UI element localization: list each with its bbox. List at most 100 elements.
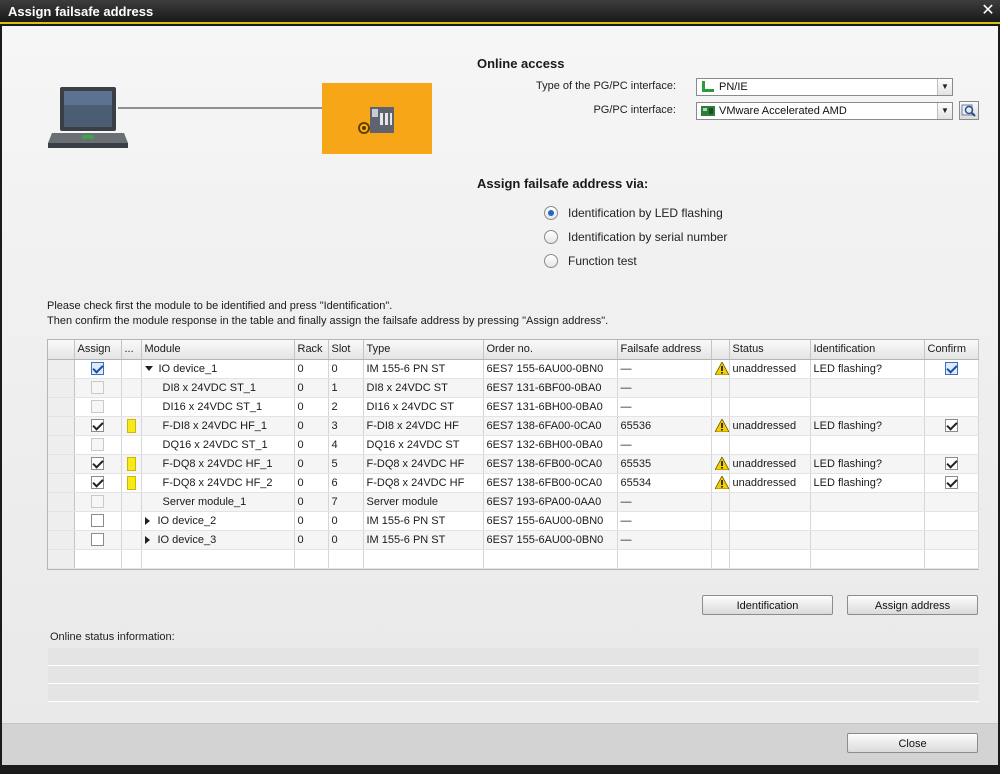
assign-checkbox[interactable] bbox=[91, 457, 104, 470]
confirm-cell[interactable] bbox=[924, 359, 979, 379]
confirm-checkbox[interactable] bbox=[944, 419, 958, 432]
slot-cell: 2 bbox=[328, 397, 364, 417]
expand-arrow-icon[interactable] bbox=[144, 535, 150, 544]
header-identification[interactable]: Identification bbox=[810, 340, 925, 360]
row-header[interactable] bbox=[48, 530, 75, 550]
row-header[interactable] bbox=[48, 359, 75, 379]
module-cell[interactable]: F-DQ8 x 24VDC HF_2 bbox=[141, 473, 295, 493]
interface-select[interactable]: VMware Accelerated AMD ▼ bbox=[696, 102, 953, 120]
address-cell: 65536 bbox=[617, 416, 712, 436]
module-name: IO device_3 bbox=[157, 533, 217, 546]
identification-button[interactable]: Identification bbox=[702, 595, 833, 615]
address-cell: — bbox=[617, 397, 712, 417]
confirm-cell[interactable] bbox=[924, 416, 979, 436]
module-name: IO device_2 bbox=[157, 514, 217, 527]
slot-cell: 1 bbox=[328, 378, 364, 398]
module-cell[interactable]: DI16 x 24VDC ST_1 bbox=[141, 397, 295, 417]
module-cell[interactable]: IO device_1 bbox=[141, 359, 295, 379]
header-rack[interactable]: Rack bbox=[294, 340, 329, 360]
table-row[interactable]: F-DI8 x 24VDC HF_1 0 3 F-DI8 x 24VDC HF … bbox=[48, 416, 979, 436]
module-name: DQ16 x 24VDC ST_1 bbox=[162, 438, 268, 451]
module-cell[interactable]: DQ16 x 24VDC ST_1 bbox=[141, 435, 295, 455]
assign-cell bbox=[74, 435, 122, 455]
table-row[interactable]: DQ16 x 24VDC ST_1 0 4 DQ16 x 24VDC ST 6E… bbox=[48, 435, 979, 455]
assign-cell[interactable] bbox=[74, 530, 122, 550]
rack-cell: 0 bbox=[294, 416, 329, 436]
module-cell[interactable]: IO device_3 bbox=[141, 530, 295, 550]
table-row[interactable]: Server module_1 0 7 Server module 6ES7 1… bbox=[48, 492, 979, 512]
header-warning[interactable] bbox=[711, 340, 730, 360]
network-connection-line bbox=[118, 107, 323, 109]
assign-cell[interactable] bbox=[74, 473, 122, 493]
radio-label: Identification by serial number bbox=[568, 230, 728, 244]
rack-cell: 0 bbox=[294, 511, 329, 531]
table-row[interactable]: IO device_2 0 0 IM 155-6 PN ST 6ES7 155-… bbox=[48, 511, 979, 531]
chevron-down-icon[interactable]: ▼ bbox=[937, 103, 952, 119]
header-order[interactable]: Order no. bbox=[483, 340, 618, 360]
module-cell[interactable]: F-DQ8 x 24VDC HF_1 bbox=[141, 454, 295, 474]
table-header-row: Assign ... Module Rack Slot Type Order n… bbox=[48, 340, 979, 360]
header-assign[interactable]: Assign bbox=[74, 340, 122, 360]
assign-cell[interactable] bbox=[74, 511, 122, 531]
row-header[interactable] bbox=[48, 378, 75, 398]
interface-type-select[interactable]: PN/IE ▼ bbox=[696, 78, 953, 96]
row-header[interactable] bbox=[48, 549, 75, 569]
radio-button[interactable] bbox=[544, 230, 558, 244]
marker-cell bbox=[121, 454, 142, 474]
slot-cell: 7 bbox=[328, 492, 364, 512]
row-header[interactable] bbox=[48, 416, 75, 436]
module-cell[interactable]: F-DI8 x 24VDC HF_1 bbox=[141, 416, 295, 436]
confirm-checkbox[interactable] bbox=[944, 476, 958, 489]
assign-checkbox[interactable] bbox=[91, 419, 104, 432]
assign-cell[interactable] bbox=[74, 416, 122, 436]
marker-cell bbox=[121, 359, 142, 379]
row-header[interactable] bbox=[48, 454, 75, 474]
header-module[interactable]: Module bbox=[141, 340, 295, 360]
confirm-checkbox[interactable] bbox=[944, 362, 958, 375]
assign-cell[interactable] bbox=[74, 359, 122, 379]
chevron-down-icon[interactable]: ▼ bbox=[937, 79, 952, 95]
row-header[interactable] bbox=[48, 473, 75, 493]
header-confirm[interactable]: Confirm bbox=[924, 340, 979, 360]
confirm-cell bbox=[924, 397, 979, 417]
header-slot[interactable]: Slot bbox=[328, 340, 364, 360]
collapse-arrow-icon[interactable] bbox=[144, 366, 153, 372]
confirm-checkbox[interactable] bbox=[944, 457, 958, 470]
table-row[interactable]: F-DQ8 x 24VDC HF_2 0 6 F-DQ8 x 24VDC HF … bbox=[48, 473, 979, 493]
table-row-empty[interactable] bbox=[48, 549, 979, 569]
module-cell[interactable]: Server module_1 bbox=[141, 492, 295, 512]
assign-address-button[interactable]: Assign address bbox=[847, 595, 978, 615]
row-header[interactable] bbox=[48, 492, 75, 512]
header-type[interactable]: Type bbox=[363, 340, 484, 360]
expand-arrow-icon[interactable] bbox=[144, 516, 150, 525]
assign-cell[interactable] bbox=[74, 454, 122, 474]
assign-checkbox[interactable] bbox=[91, 362, 104, 375]
assign-checkbox[interactable] bbox=[91, 476, 104, 489]
interface-properties-button[interactable] bbox=[959, 101, 979, 120]
header-address[interactable]: Failsafe address bbox=[617, 340, 712, 360]
row-header[interactable] bbox=[48, 511, 75, 531]
radio-button[interactable] bbox=[544, 254, 558, 268]
warning-icon bbox=[714, 457, 728, 470]
confirm-cell[interactable] bbox=[924, 473, 979, 493]
table-row[interactable]: F-DQ8 x 24VDC HF_1 0 5 F-DQ8 x 24VDC HF … bbox=[48, 454, 979, 474]
radio-button[interactable] bbox=[544, 206, 558, 220]
row-header[interactable] bbox=[48, 435, 75, 455]
confirm-cell[interactable] bbox=[924, 454, 979, 474]
table-row[interactable]: DI16 x 24VDC ST_1 0 2 DI16 x 24VDC ST 6E… bbox=[48, 397, 979, 417]
title-bar: Assign failsafe address ✕ bbox=[0, 0, 1000, 24]
table-row[interactable]: IO device_3 0 0 IM 155-6 PN ST 6ES7 155-… bbox=[48, 530, 979, 550]
assign-checkbox[interactable] bbox=[91, 533, 104, 546]
close-icon[interactable]: ✕ bbox=[979, 2, 997, 20]
module-cell[interactable]: DI8 x 24VDC ST_1 bbox=[141, 378, 295, 398]
module-cell[interactable]: IO device_2 bbox=[141, 511, 295, 531]
assign-checkbox[interactable] bbox=[91, 514, 104, 527]
instruction-line-1: Please check first the module to be iden… bbox=[47, 300, 393, 312]
header-marker[interactable]: ... bbox=[121, 340, 142, 360]
table-row[interactable]: DI8 x 24VDC ST_1 0 1 DI8 x 24VDC ST 6ES7… bbox=[48, 378, 979, 398]
table-row[interactable]: IO device_1 0 0 IM 155-6 PN ST 6ES7 155-… bbox=[48, 359, 979, 379]
order-cell: 6ES7 155-6AU00-0BN0 bbox=[483, 530, 618, 550]
header-status[interactable]: Status bbox=[729, 340, 811, 360]
row-header[interactable] bbox=[48, 397, 75, 417]
close-button[interactable]: Close bbox=[847, 733, 978, 753]
